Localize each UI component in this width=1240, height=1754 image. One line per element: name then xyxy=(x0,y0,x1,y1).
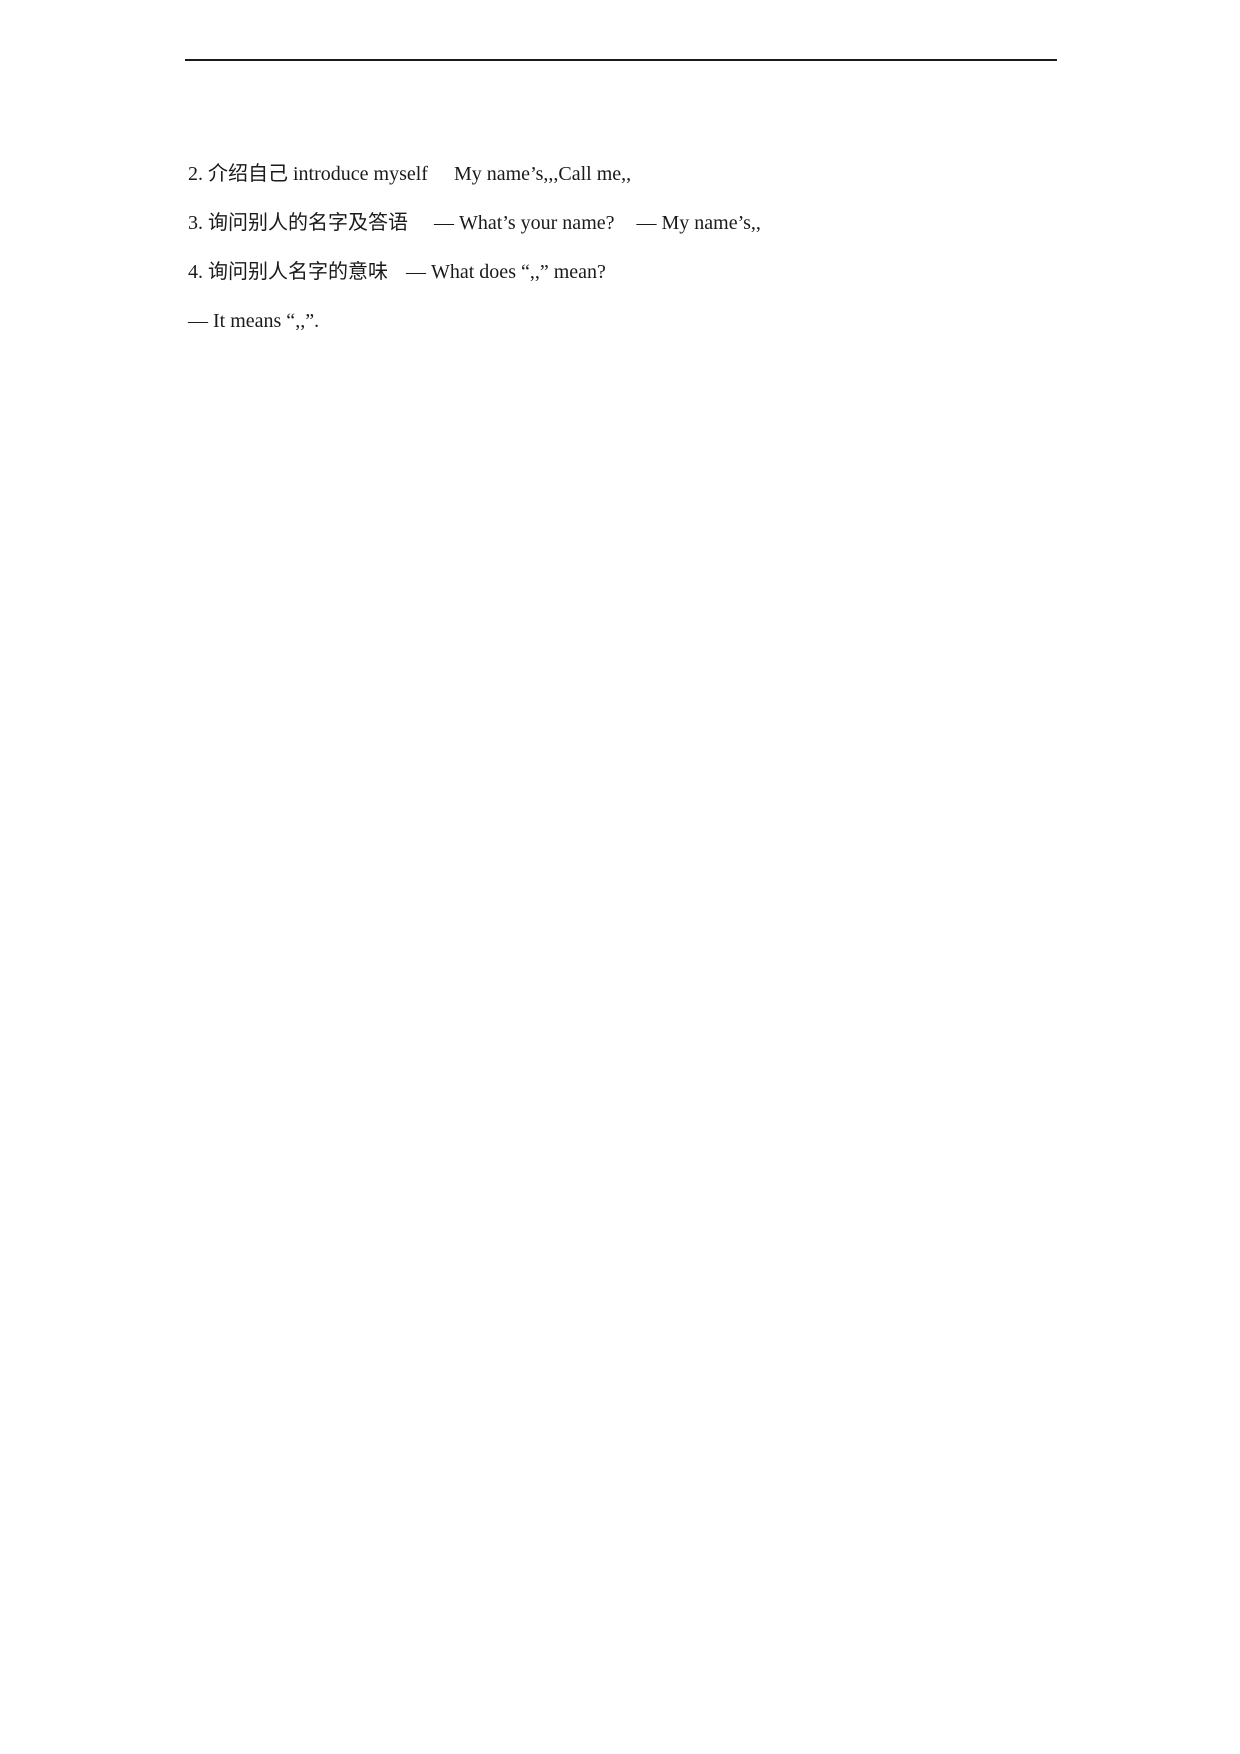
question-sentence: — What’s your name? xyxy=(434,212,615,234)
item-label: 3. 询问别人的名字及答语 xyxy=(188,212,408,234)
answer-sentence: — It means “,,”. xyxy=(188,310,320,332)
item-label: 4. 询问别人名字的意味 xyxy=(188,261,388,283)
question-sentence: — What does “,,” mean? xyxy=(406,261,606,283)
answer-line: — It means “,,”. xyxy=(188,307,1058,335)
header-rule xyxy=(185,59,1057,61)
item-ask-name: 3. 询问别人的名字及答语 — What’s your name? — My nam… xyxy=(188,209,1058,237)
item-introduce-myself: 2. 介绍自己 introduce myself My name’s,,,Call… xyxy=(188,160,1058,188)
item-label: 2. 介绍自己 introduce myself xyxy=(188,163,428,185)
document-body: 2. 介绍自己 introduce myself My name’s,,,Call… xyxy=(188,160,1058,356)
example-sentence: My name’s,,,Call me,, xyxy=(453,163,632,185)
answer-sentence: — My name’s,, xyxy=(636,212,761,234)
item-ask-name-meaning: 4. 询问别人名字的意味 — What does “,,” mean? xyxy=(188,258,1058,286)
